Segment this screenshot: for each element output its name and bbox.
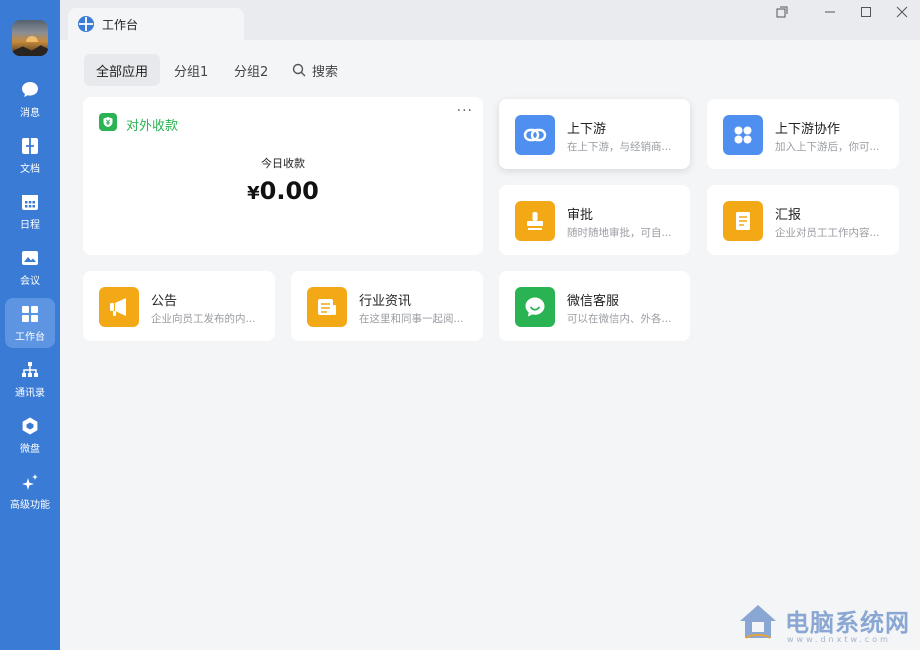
workbench-icon — [22, 305, 38, 322]
sidebar-item-contacts[interactable]: 通讯录 — [5, 354, 55, 404]
sidebar: 消息 文档 日程 会议 工作台 通讯录 微盘 高级功能 — [0, 0, 60, 650]
house-logo-icon — [740, 605, 776, 639]
minimize-icon — [825, 11, 835, 13]
app-icon — [307, 287, 347, 327]
document-icon — [22, 137, 38, 154]
sidebar-item-label: 消息 — [20, 107, 40, 119]
app-desc: 在上下游，与经销商... — [567, 141, 672, 153]
app-icon — [515, 115, 555, 155]
app-icon — [723, 115, 763, 155]
app-card-wechat-service[interactable]: 微信客服 可以在微信内、外各... — [499, 271, 690, 341]
app-icon — [515, 287, 555, 327]
maximize-icon — [861, 7, 871, 17]
app-desc: 加入上下游后，你可... — [775, 141, 880, 153]
tab-label: 工作台 — [102, 17, 139, 32]
avatar[interactable] — [12, 20, 48, 56]
payment-card[interactable]: 对外收款 ··· 今日收款 ¥0.00 — [83, 97, 483, 255]
sidebar-item-advanced[interactable]: 高级功能 — [5, 466, 55, 516]
watermark-url: www.dnxtw.com — [787, 635, 891, 644]
sidebar-item-label: 会议 — [20, 275, 40, 287]
minimize-button[interactable] — [820, 2, 840, 22]
contacts-icon — [22, 361, 38, 377]
megaphone-icon — [110, 298, 126, 316]
report-icon — [736, 212, 750, 230]
today-income-label: 今日收款 — [261, 157, 305, 170]
app-desc: 可以在微信内、外各... — [567, 313, 672, 325]
app-card-report[interactable]: 汇报 企业对员工工作内容... — [707, 185, 899, 255]
filter-label: 分组1 — [174, 64, 209, 80]
sidebar-item-drive[interactable]: 微盘 — [5, 410, 55, 460]
app-card-upstream-downstream[interactable]: 上下游 在上下游，与经销商... — [499, 99, 690, 169]
sparkle-icon — [22, 473, 38, 490]
app-desc: 企业对员工工作内容... — [775, 227, 880, 239]
app-icon — [515, 201, 555, 241]
watermark-text: 电脑系统网 — [785, 608, 910, 637]
currency-symbol: ¥ — [247, 183, 260, 204]
sidebar-item-label: 微盘 — [20, 443, 40, 455]
sidebar-item-label: 文档 — [20, 163, 40, 175]
wechat-service-icon — [525, 297, 545, 317]
close-icon — [896, 6, 908, 18]
more-options-button[interactable]: ··· — [457, 103, 473, 119]
sidebar-item-messages[interactable]: 消息 — [5, 74, 55, 124]
watermark: 电脑系统网 www.dnxtw.com — [735, 600, 920, 650]
sidebar-item-calendar[interactable]: 日程 — [5, 186, 55, 236]
sidebar-item-label: 日程 — [20, 219, 40, 231]
payment-title: 对外收款 — [126, 119, 179, 134]
news-icon — [318, 299, 336, 315]
app-card-industry-news[interactable]: 行业资讯 在这里和同事一起阅... — [291, 271, 483, 341]
app-card-approval[interactable]: 审批 随时随地审批，可自... — [499, 185, 690, 255]
popout-icon — [776, 6, 788, 18]
close-button[interactable] — [892, 2, 912, 22]
sidebar-item-meeting[interactable]: 会议 — [5, 242, 55, 292]
app-name: 上下游协作 — [775, 122, 841, 137]
app-name: 上下游 — [567, 122, 607, 137]
app-name: 行业资讯 — [359, 294, 412, 309]
app-icon — [723, 201, 763, 241]
sidebar-item-label: 通讯录 — [15, 387, 45, 399]
chain-link-icon — [523, 128, 547, 142]
meeting-icon — [22, 250, 38, 265]
app-card-announcement[interactable]: 公告 企业向员工发布的内... — [83, 271, 275, 341]
workbench-logo-icon — [78, 16, 94, 32]
amount: 0.00 — [259, 177, 319, 205]
app-name: 公告 — [151, 294, 178, 309]
drive-icon — [22, 417, 38, 434]
app-desc: 企业向员工发布的内... — [151, 313, 256, 325]
app-card-upstream-collab[interactable]: 上下游协作 加入上下游后，你可... — [707, 99, 899, 169]
app-name: 审批 — [567, 208, 594, 223]
tab-workbench[interactable]: 工作台 — [68, 8, 244, 40]
app-desc: 在这里和同事一起阅... — [359, 313, 464, 325]
app-icon — [99, 287, 139, 327]
filter-label: 分组2 — [234, 64, 269, 80]
sidebar-item-docs[interactable]: 文档 — [5, 130, 55, 180]
stamp-icon — [527, 212, 543, 230]
grid-dots-icon — [734, 126, 752, 144]
today-income-value: ¥0.00 — [83, 177, 483, 205]
sidebar-item-label: 工作台 — [15, 331, 45, 343]
chat-icon — [22, 81, 38, 97]
search-button[interactable]: 搜索 — [292, 54, 338, 86]
filter-all-apps[interactable]: 全部应用 — [84, 54, 161, 86]
calendar-icon — [22, 194, 38, 210]
popout-button[interactable] — [772, 2, 792, 22]
app-name: 微信客服 — [567, 294, 620, 309]
app-name: 汇报 — [775, 208, 802, 223]
filter-label: 全部应用 — [96, 64, 149, 80]
search-label: 搜索 — [312, 64, 339, 80]
app-desc: 随时随地审批，可自... — [567, 227, 672, 239]
filter-group-2[interactable]: 分组2 — [234, 54, 268, 86]
title-bar: 工作台 — [60, 0, 920, 40]
payment-icon — [99, 113, 117, 131]
filter-group-1[interactable]: 分组1 — [174, 54, 208, 86]
maximize-button[interactable] — [856, 2, 876, 22]
sidebar-item-label: 高级功能 — [10, 499, 50, 511]
sidebar-item-workbench[interactable]: 工作台 — [5, 298, 55, 348]
search-icon — [292, 63, 306, 77]
